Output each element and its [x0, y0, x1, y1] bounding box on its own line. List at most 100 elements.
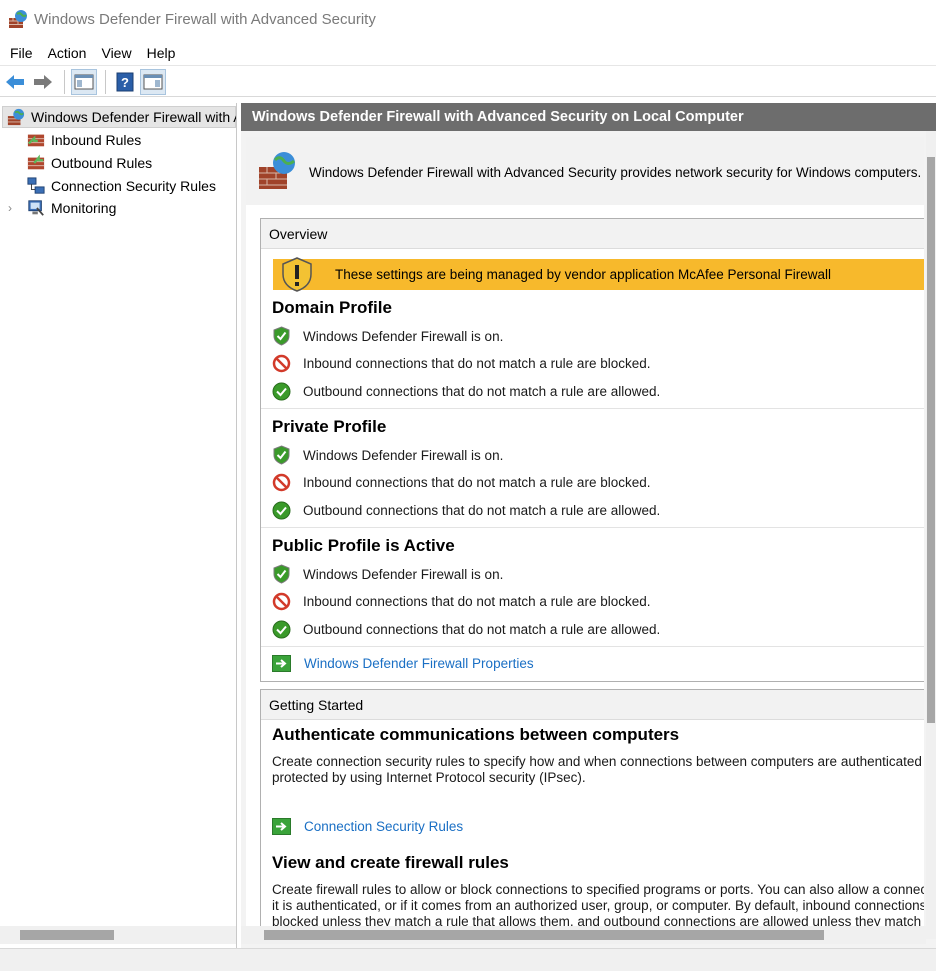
status-text: Windows Defender Firewall is on. [303, 447, 504, 463]
tree-item-outbound-rules[interactable]: Outbound Rules [27, 152, 152, 174]
authenticate-heading: Authenticate communications between comp… [272, 725, 680, 744]
authenticate-description-line: protected by using Internet Protocol sec… [272, 770, 586, 785]
forward-button[interactable] [30, 69, 56, 95]
tree-item-label: Outbound Rules [51, 155, 153, 171]
profile-divider [261, 527, 924, 528]
intro-banner: Windows Defender Firewall with Advanced … [246, 137, 924, 205]
status-line: Inbound connections that do not match a … [272, 590, 650, 612]
console-tree-icon [74, 74, 94, 89]
tree-root-firewall[interactable]: Windows Defender Firewall with Advanced … [2, 106, 236, 128]
blocked-icon [272, 473, 291, 491]
green-check-circle-icon [272, 501, 291, 519]
status-bar [0, 948, 936, 971]
svg-text:?: ? [121, 75, 129, 90]
private-profile-title: Private Profile [272, 417, 387, 436]
status-text: Outbound connections that do not match a… [303, 502, 661, 518]
details-content: Windows Defender Firewall with Advanced … [246, 137, 924, 927]
firewall-globe-large-icon [259, 152, 295, 189]
firewall-app-icon [9, 10, 27, 28]
menu-help[interactable]: Help [139, 45, 183, 61]
outbound-rules-icon [27, 154, 45, 170]
tree-root-label: Windows Defender Firewall with Advanced … [31, 109, 236, 125]
details-horizontal-scrollbar[interactable] [241, 926, 926, 944]
getting-started-title[interactable]: Getting Started [261, 690, 924, 720]
tree-scrollbar-thumb[interactable] [20, 930, 114, 940]
show-hide-console-tree-button[interactable] [71, 68, 97, 95]
link-text[interactable]: Windows Defender Firewall Properties [304, 656, 534, 671]
details-header: Windows Defender Firewall with Advanced … [241, 103, 936, 131]
status-text: Inbound connections that do not match a … [303, 593, 651, 609]
window-title: Windows Defender Firewall with Advanced … [34, 10, 376, 28]
tree-item-label: Inbound Rules [51, 132, 142, 148]
green-arrow-link-icon [272, 818, 291, 835]
tree-horizontal-scrollbar[interactable] [0, 926, 236, 944]
status-line: Inbound connections that do not match a … [272, 352, 650, 374]
tree-item-label: Connection Security Rules [51, 178, 216, 194]
inbound-rules-icon [27, 134, 45, 147]
getting-started-section: Getting Started Authenticate communicati… [260, 689, 924, 927]
connection-security-icon [27, 177, 45, 194]
status-line: Outbound connections that do not match a… [272, 499, 660, 521]
help-button[interactable]: ? [112, 69, 138, 95]
link-text[interactable]: Connection Security Rules [304, 819, 463, 834]
status-line: Windows Defender Firewall is on. [272, 444, 503, 466]
domain-profile-title: Domain Profile [272, 298, 392, 317]
intro-text: Windows Defender Firewall with Advanced … [309, 165, 922, 180]
green-check-circle-icon [272, 382, 291, 400]
toolbar-separator [64, 69, 65, 94]
firewall-rules-description-line: Create firewall rules to allow or block … [272, 882, 924, 897]
tree-item-connection-security-rules[interactable]: Connection Security Rules [27, 175, 216, 197]
status-text: Inbound connections that do not match a … [303, 474, 651, 490]
connection-security-rules-link[interactable]: Connection Security Rules [272, 818, 463, 835]
monitoring-icon [28, 200, 44, 216]
green-shield-check-icon [273, 564, 290, 584]
menu-bar: File Action View Help [0, 40, 936, 66]
status-line: Outbound connections that do not match a… [272, 380, 660, 402]
green-check-circle-icon [272, 620, 291, 638]
toolbar-separator [105, 69, 106, 94]
status-text: Outbound connections that do not match a… [303, 383, 661, 399]
firewall-rules-description-line: it is authenticated, or if it comes from… [272, 898, 924, 913]
forward-arrow-icon [34, 74, 52, 89]
details-vertical-scrollbar[interactable] [926, 131, 936, 939]
back-arrow-icon [6, 74, 24, 89]
green-shield-check-icon [273, 445, 290, 465]
warning-text: These settings are being managed by vend… [335, 267, 832, 282]
status-line: Windows Defender Firewall is on. [272, 563, 503, 585]
managed-warning-bar: These settings are being managed by vend… [273, 257, 924, 292]
console-tree: Windows Defender Firewall with Advanced … [0, 103, 237, 948]
status-text: Outbound connections that do not match a… [303, 621, 661, 637]
menu-file[interactable]: File [2, 45, 40, 61]
title-bar: Windows Defender Firewall with Advanced … [0, 0, 936, 38]
firewall-properties-link[interactable]: Windows Defender Firewall Properties [272, 655, 534, 672]
back-button[interactable] [2, 69, 28, 95]
firewall-rules-heading: View and create firewall rules [272, 853, 509, 872]
overview-section: Overview These settings are being manage… [260, 218, 924, 682]
toolbar: ? [0, 67, 936, 97]
status-line: Inbound connections that do not match a … [272, 471, 650, 493]
profile-divider [261, 646, 924, 647]
tree-item-inbound-rules[interactable]: Inbound Rules [27, 129, 141, 151]
show-hide-action-pane-button[interactable] [140, 68, 166, 95]
blocked-icon [272, 354, 291, 372]
monitoring-expander-chevron-icon[interactable]: › [8, 201, 12, 215]
green-shield-check-icon [273, 326, 290, 346]
overview-title[interactable]: Overview [261, 219, 924, 249]
profile-divider [261, 408, 924, 409]
menu-view[interactable]: View [93, 45, 138, 61]
blocked-icon [272, 592, 291, 610]
help-icon: ? [116, 72, 134, 91]
warning-shield-icon [282, 257, 312, 292]
status-text: Windows Defender Firewall is on. [303, 328, 504, 344]
details-pane: Windows Defender Firewall with Advanced … [241, 103, 936, 948]
vertical-scrollbar-thumb[interactable] [927, 157, 935, 723]
status-line: Outbound connections that do not match a… [272, 618, 660, 640]
action-pane-icon [143, 74, 163, 89]
menu-action[interactable]: Action [40, 45, 94, 61]
horizontal-scrollbar-thumb[interactable] [264, 930, 824, 940]
green-arrow-link-icon [272, 655, 291, 672]
public-profile-title: Public Profile is Active [272, 536, 455, 555]
tree-item-monitoring[interactable]: Monitoring [27, 197, 116, 219]
firewall-globe-icon [7, 108, 25, 126]
status-text: Inbound connections that do not match a … [303, 355, 651, 371]
